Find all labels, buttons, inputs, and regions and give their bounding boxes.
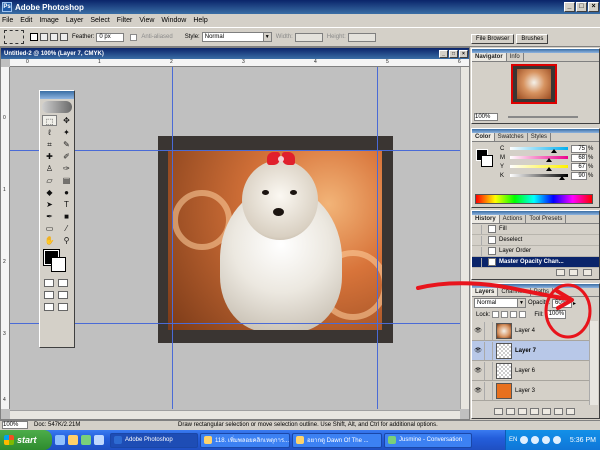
messenger-task-icon	[388, 436, 396, 444]
start-button[interactable]: start	[0, 430, 52, 450]
red-annotation-overlay	[416, 281, 592, 339]
tray-icon[interactable]	[520, 436, 529, 444]
task-browser-1[interactable]: 118. เพิ่มพลอยคลิกเหตุการ...	[200, 432, 290, 448]
annotation-arrow-stroke	[416, 281, 570, 301]
browser-task-icon	[204, 436, 212, 444]
annotation-circle	[544, 283, 592, 339]
browser-task-icon	[296, 436, 304, 444]
taskbar: start Adobe Photoshop 118. เพิ่มพลอยคลิก…	[0, 430, 600, 450]
quick-launch-folder-icon[interactable]	[68, 435, 78, 445]
task-browser-2[interactable]: อยากดู Dawn Of The ...	[292, 432, 382, 448]
volume-icon[interactable]	[542, 436, 551, 444]
quick-launch-desktop-icon[interactable]	[94, 435, 104, 445]
photoshop-task-icon	[114, 436, 122, 444]
system-tray: EN 5:36 PM	[505, 430, 600, 450]
clock[interactable]: 5:36 PM	[570, 437, 596, 444]
windows-flag-icon	[4, 435, 14, 445]
quick-launch-messenger-icon[interactable]	[81, 435, 91, 445]
task-photoshop[interactable]: Adobe Photoshop	[110, 432, 198, 448]
quick-launch-ie-icon[interactable]	[55, 435, 65, 445]
tray-icon[interactable]	[531, 436, 540, 444]
network-icon[interactable]	[553, 436, 562, 444]
language-indicator[interactable]: EN	[509, 437, 517, 443]
task-conversation[interactable]: Jusmine - Conversation	[384, 432, 472, 448]
